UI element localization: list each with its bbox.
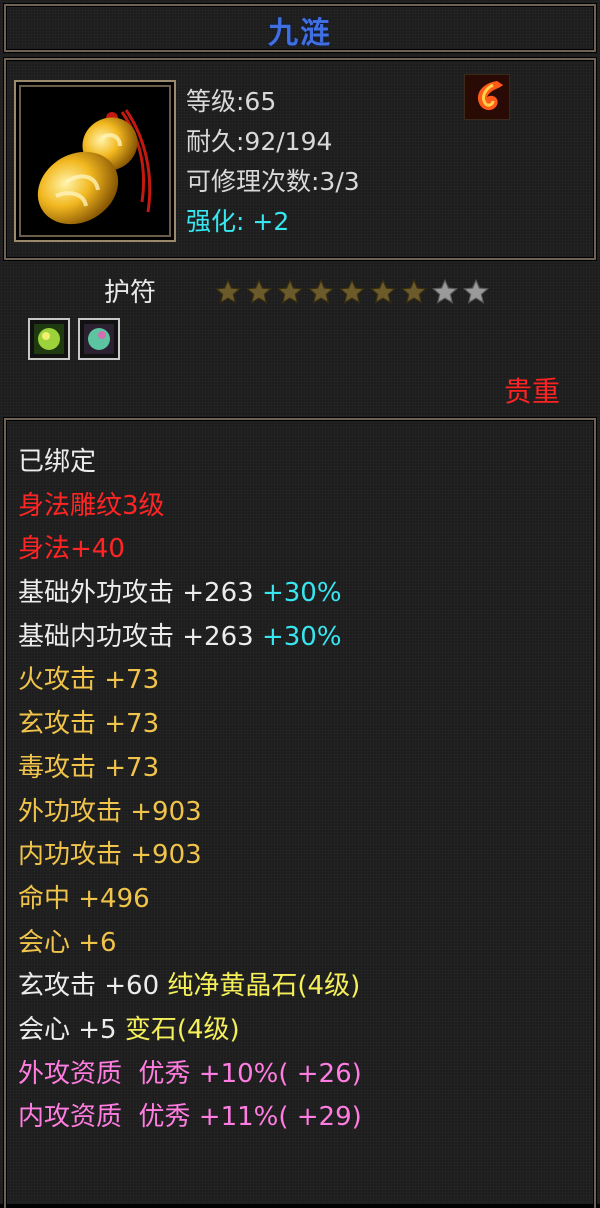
attribute-text: 玄攻击 +73 [18, 709, 160, 740]
attribute-line: 玄攻击 +60 纯净黄晶石(4级) [18, 968, 362, 1012]
attribute-text: 身法+40 [18, 534, 125, 565]
item-durability: 耐久:92/194 [186, 127, 333, 156]
item-header: 等级:65 耐久:92/194 可修理次数:3/3 强化: +2 [0, 56, 600, 266]
item-type: 护符 [104, 278, 157, 308]
star-filled-icon [245, 278, 273, 304]
rarity-label: 贵重 [503, 375, 560, 408]
attribute-line: 基础外功攻击 +263 +30% [18, 575, 362, 619]
attribute-text: 命中 +496 [18, 883, 150, 914]
enhance-value: +2 [252, 207, 290, 236]
attribute-text: 内攻资质 优秀 +11%( +29) [18, 1102, 362, 1133]
attribute-list: 已绑定 身法雕纹3级 身法+40 基础外功攻击 +263 +30% 基础内功攻击 +26… [18, 444, 362, 1143]
star-filled-icon [338, 278, 366, 304]
enhance-label: 强化: [186, 207, 245, 236]
attribute-line: 命中 +496 [18, 881, 362, 925]
attribute-line: 玄攻击 +73 [18, 706, 362, 750]
attribute-line: 内功攻击 +903 [18, 837, 362, 881]
attribute-text: 火攻击 +73 [18, 665, 160, 696]
attribute-text: 纯净黄晶石(4级) [167, 971, 361, 1002]
attribute-text: 外攻资质 优秀 +10%( +26) [18, 1058, 362, 1089]
attribute-text: 会心 +6 [18, 927, 117, 958]
attribute-text: 毒攻击 +73 [18, 752, 160, 783]
attribute-line: 火攻击 +73 [18, 662, 362, 706]
attribute-line: 毒攻击 +73 [18, 750, 362, 794]
attribute-text: 外功攻击 +903 [18, 796, 202, 827]
jade-gourd-pendant-icon [37, 109, 152, 225]
attribute-line: 外功攻击 +903 [18, 794, 362, 838]
attribute-text: 会心 +5 [18, 1014, 125, 1045]
item-level: 等级:65 [186, 87, 277, 116]
attribute-text: 基础外功攻击 +263 [18, 578, 262, 609]
star-filled-icon [369, 278, 397, 304]
attribute-text: 变石(4级) [124, 1014, 240, 1045]
attribute-line: 会心 +5 变石(4级) [18, 1012, 362, 1056]
star-empty-icon [431, 278, 459, 304]
attribute-text: 基础内功攻击 +263 [18, 621, 262, 652]
attribute-panel: 已绑定 身法雕纹3级 身法+40 基础外功攻击 +263 +30% 基础内功攻击 +26… [0, 414, 600, 1208]
attribute-text: 已绑定 [18, 447, 97, 477]
attribute-text: +30% [261, 621, 342, 652]
item-repair-count: 可修理次数:3/3 [186, 167, 360, 196]
item-enhance: 强化: +2 [186, 202, 289, 238]
teal-gem-socket[interactable] [78, 318, 120, 360]
star-filled-icon [307, 278, 335, 304]
attribute-line: 基础内功攻击 +263 +30% [18, 619, 362, 663]
attribute-line: 已绑定 [18, 444, 362, 488]
item-title: 九涟 [268, 16, 332, 51]
attribute-text: 身法雕纹3级 [18, 490, 165, 521]
star-filled-icon [214, 278, 242, 304]
green-gem-socket[interactable] [28, 318, 70, 360]
star-filled-icon [276, 278, 304, 304]
star-empty-icon [462, 278, 490, 304]
attribute-text: 玄攻击 +60 [18, 971, 168, 1002]
attribute-line: 身法雕纹3级 [18, 488, 362, 532]
item-image-slot [14, 80, 176, 242]
item-summary: 护符 贵重 [0, 266, 600, 414]
attribute-line: 会心 +6 [18, 925, 362, 969]
attribute-line: 身法+40 [18, 531, 362, 575]
star-rating [214, 278, 493, 308]
attribute-text: 内功攻击 +903 [18, 840, 202, 871]
attribute-text: +30% [261, 578, 342, 609]
title-bar: 九涟 [0, 0, 600, 56]
attribute-line: 外攻资质 优秀 +10%( +26) [18, 1056, 362, 1100]
attribute-line: 内攻资质 优秀 +11%( +29) [18, 1099, 362, 1143]
star-filled-icon [400, 278, 428, 304]
fire-swirl-icon [464, 74, 510, 120]
